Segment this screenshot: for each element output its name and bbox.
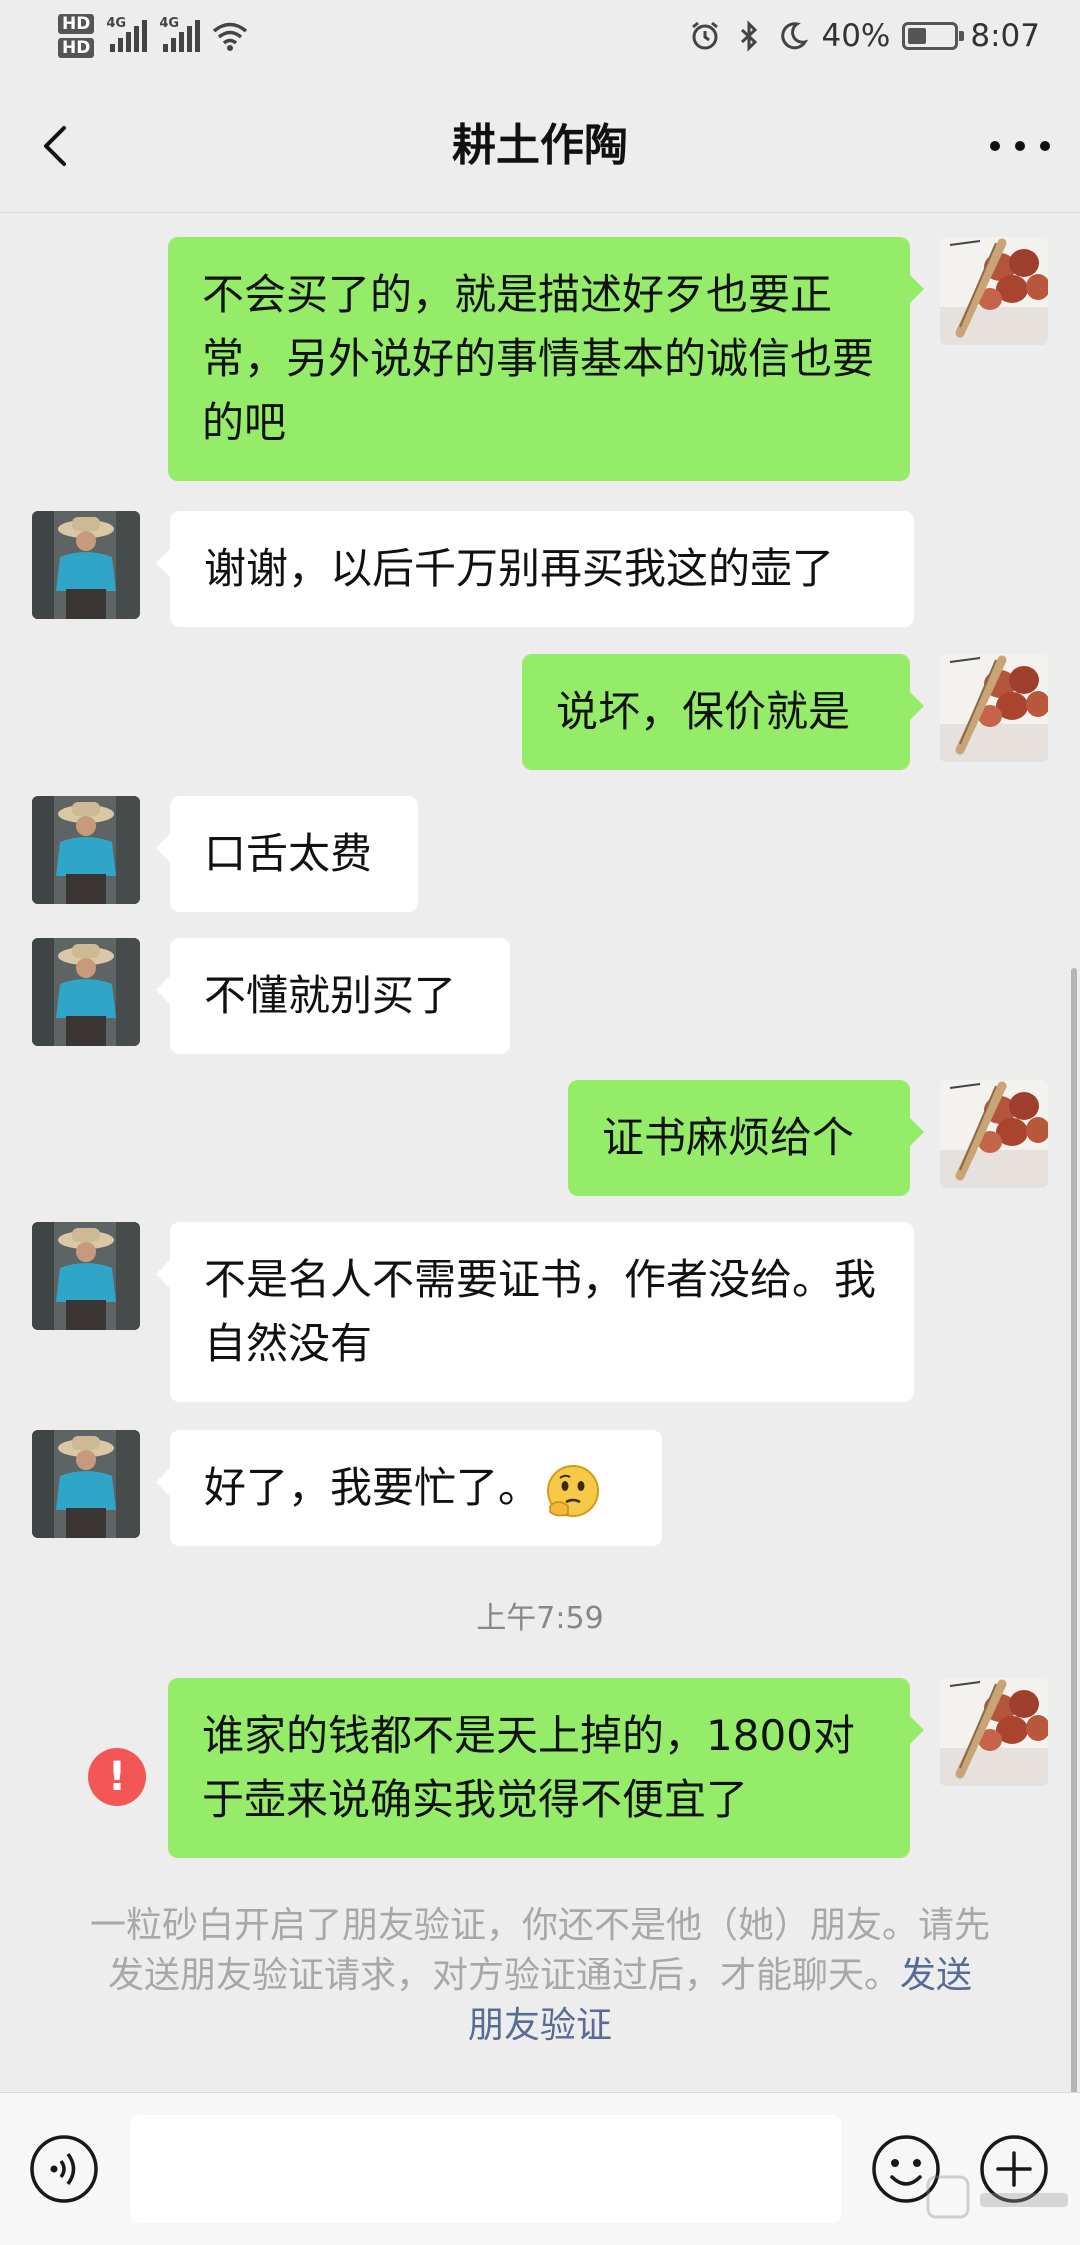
message-list[interactable]: 不会买了的，就是描述好歹也要正常，另外说好的事情基本的诚信也要的吧 谢谢，以后千 [0, 213, 1080, 2093]
friend-verification-notice: 一粒砂白开启了朋友验证，你还不是他（她）朋友。请先发送朋友验证请求，对方验证通过… [90, 1901, 990, 2051]
bluetooth-icon [741, 20, 758, 52]
received-message-bubble[interactable]: 谢谢，以后千万别再买我这的壶了 [156, 511, 914, 627]
signal-2-icon: 4G [159, 16, 201, 52]
watermark [926, 2175, 1068, 2219]
my-avatar[interactable] [940, 654, 1048, 762]
notice-text: 一粒砂白开启了朋友验证，你还不是他（她）朋友。请先发送朋友验证请求，对方验证通过… [90, 1905, 991, 1996]
clock: 8:07 [970, 18, 1040, 54]
scrollbar[interactable] [1071, 968, 1077, 2098]
battery-icon [902, 22, 965, 50]
received-message-bubble[interactable]: 口舌太费 [156, 796, 418, 912]
message-input[interactable] [130, 2115, 842, 2223]
message-text: 好了，我要忙了。 [204, 1463, 541, 1512]
received-message-bubble[interactable]: 好了，我要忙了。 [156, 1430, 662, 1546]
contact-avatar[interactable] [32, 938, 140, 1046]
contact-avatar[interactable] [32, 796, 140, 904]
wifi-icon [213, 22, 248, 51]
input-bar [0, 2092, 1080, 2245]
send-failed-icon[interactable]: ! [88, 1748, 146, 1806]
moon-icon [781, 22, 809, 50]
battery-percent: 40% [821, 18, 891, 54]
received-message-bubble[interactable]: 不是名人不需要证书，作者没给。我自然没有 [156, 1222, 914, 1402]
my-avatar[interactable] [940, 237, 1048, 345]
sent-message-bubble[interactable]: 不会买了的，就是描述好歹也要正常，另外说好的事情基本的诚信也要的吧 [168, 237, 924, 481]
chat-header: 耕土作陶 [0, 80, 1080, 213]
received-message-bubble[interactable]: 不懂就别买了 [156, 938, 510, 1054]
sent-message-bubble[interactable]: 谁家的钱都不是天上掉的，1800对于壶来说确实我觉得不便宜了 [168, 1678, 924, 1858]
chat-title: 耕土作陶 [452, 120, 628, 171]
thinking-emoji-icon [547, 1464, 600, 1517]
status-bar: HD HD 4G 4G 40% 8:07 [0, 0, 1080, 80]
my-avatar[interactable] [940, 1678, 1048, 1786]
hd1-badge: HD [58, 14, 95, 34]
alarm-icon [692, 21, 719, 50]
contact-avatar[interactable] [32, 1222, 140, 1330]
signal-1-icon: 4G [106, 16, 148, 52]
contact-avatar[interactable] [32, 511, 140, 619]
hd2-badge: HD [58, 38, 95, 58]
sent-message-bubble[interactable]: 证书麻烦给个 [568, 1080, 924, 1196]
contact-avatar[interactable] [32, 1430, 140, 1538]
sent-message-bubble[interactable]: 说坏，保价就是 [522, 654, 924, 770]
more-icon[interactable] [990, 120, 1050, 172]
voice-icon[interactable] [28, 2133, 100, 2205]
my-avatar[interactable] [940, 1080, 1048, 1188]
message-timestamp: 上午7:59 [476, 1601, 604, 1636]
